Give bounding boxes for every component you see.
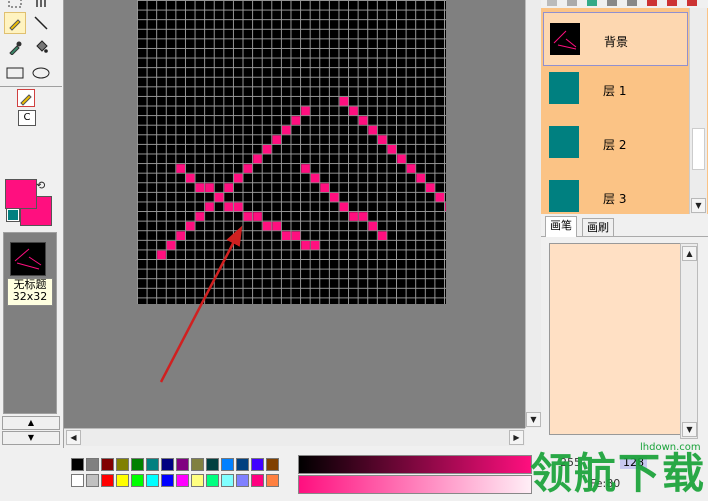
- scroll-right-icon[interactable]: ▶: [509, 430, 524, 445]
- ellipse-icon[interactable]: [30, 62, 52, 84]
- canvas-horizontal-scrollbar[interactable]: ◀ ▶: [64, 428, 525, 446]
- palette-swatch[interactable]: [86, 458, 99, 471]
- palette-swatch[interactable]: [206, 474, 219, 487]
- palette-swatch[interactable]: [176, 458, 189, 471]
- palette-swatch[interactable]: [251, 458, 264, 471]
- palette-swatch[interactable]: [236, 458, 249, 471]
- palette-swatch[interactable]: [101, 474, 114, 487]
- shade-gradient-bar[interactable]: [298, 455, 532, 474]
- hand-icon[interactable]: [30, 0, 52, 12]
- palette-swatch[interactable]: [251, 474, 264, 487]
- brush-panel: [549, 243, 681, 435]
- palette-swatch[interactable]: [86, 474, 99, 487]
- watermark-site: lhdown.com: [640, 442, 701, 453]
- swap-colors-icon[interactable]: ⟲: [36, 179, 45, 192]
- palette-swatch[interactable]: [71, 474, 84, 487]
- foreground-color-swatch[interactable]: [5, 179, 37, 209]
- tint-gradient-bar[interactable]: [298, 475, 532, 494]
- layer-background[interactable]: 背景: [543, 12, 688, 66]
- palette-swatch[interactable]: [191, 458, 204, 471]
- rectangle-icon[interactable]: [4, 62, 26, 84]
- layer-1[interactable]: 层 1: [543, 62, 688, 116]
- canvas-vertical-scrollbar[interactable]: ▼: [525, 0, 541, 428]
- layers-scrollbar[interactable]: ▼: [689, 8, 707, 214]
- layer-2[interactable]: 层 2: [543, 116, 688, 170]
- palette-swatch[interactable]: [206, 458, 219, 471]
- layer-thumbnail: [549, 126, 579, 158]
- palette-swatch[interactable]: [266, 458, 279, 471]
- palette-swatch[interactable]: [116, 458, 129, 471]
- tab-brush[interactable]: 画刷: [582, 218, 614, 236]
- palette-swatch[interactable]: [221, 474, 234, 487]
- palette-swatch[interactable]: [176, 474, 189, 487]
- scroll-down-icon[interactable]: ▼: [526, 412, 541, 427]
- layers-scroll-thumb[interactable]: [692, 128, 705, 170]
- palette-swatch[interactable]: [146, 474, 159, 487]
- palette-swatch[interactable]: [266, 474, 279, 487]
- palette-swatch[interactable]: [146, 458, 159, 471]
- document-thumbnail[interactable]: [10, 242, 46, 276]
- reset-colors-swatch[interactable]: [6, 208, 20, 222]
- line-icon[interactable]: [30, 12, 52, 34]
- eyedropper-icon[interactable]: [4, 36, 26, 58]
- layer-thumbnail: [549, 72, 579, 104]
- brush-tabs: 画笔 画刷: [541, 216, 708, 237]
- palette-swatch[interactable]: [101, 458, 114, 471]
- layer-name: 层 1: [603, 84, 627, 98]
- canvas-workspace: [64, 0, 525, 428]
- scroll-left-icon[interactable]: ◀: [66, 430, 81, 445]
- document-thumbnail-label: 无标题 32x32: [7, 278, 53, 306]
- brush-scrollbar[interactable]: ▲ ▼: [680, 243, 698, 439]
- tab-pen[interactable]: 画笔: [545, 216, 577, 237]
- layers-toolbar: [541, 0, 708, 8]
- fill-bucket-icon[interactable]: [30, 36, 52, 58]
- palette-swatch[interactable]: [236, 474, 249, 487]
- palette-swatch[interactable]: [161, 474, 174, 487]
- thumb-scroll-down-button[interactable]: ▼: [2, 431, 60, 445]
- toolbox-divider: [0, 86, 62, 87]
- layer-thumbnail: [549, 180, 579, 212]
- thumb-scroll-up-button[interactable]: ▲: [2, 416, 60, 430]
- select-rect-icon[interactable]: [4, 0, 26, 12]
- pencil-icon[interactable]: [4, 12, 26, 34]
- palette-swatch[interactable]: [221, 458, 234, 471]
- palette-swatch[interactable]: [131, 458, 144, 471]
- scroll-down-icon[interactable]: ▼: [682, 422, 697, 437]
- layer-name: 层 2: [603, 138, 627, 152]
- annotation-arrow: [159, 225, 243, 383]
- layer-name: 层 3: [603, 192, 627, 206]
- brush-pencil-icon[interactable]: [17, 89, 35, 107]
- palette-swatch[interactable]: [191, 474, 204, 487]
- document-size: 32x32: [12, 290, 48, 303]
- scroll-up-icon[interactable]: ▲: [682, 246, 697, 261]
- palette-swatch[interactable]: [71, 458, 84, 471]
- palette-swatch[interactable]: [131, 474, 144, 487]
- palette-swatch[interactable]: [161, 458, 174, 471]
- palette-swatch[interactable]: [116, 474, 129, 487]
- brush-mode-button[interactable]: C: [18, 110, 36, 126]
- layer-thumbnail: [550, 23, 580, 55]
- scroll-down-icon[interactable]: ▼: [691, 198, 706, 213]
- layer-name: 背景: [604, 35, 629, 49]
